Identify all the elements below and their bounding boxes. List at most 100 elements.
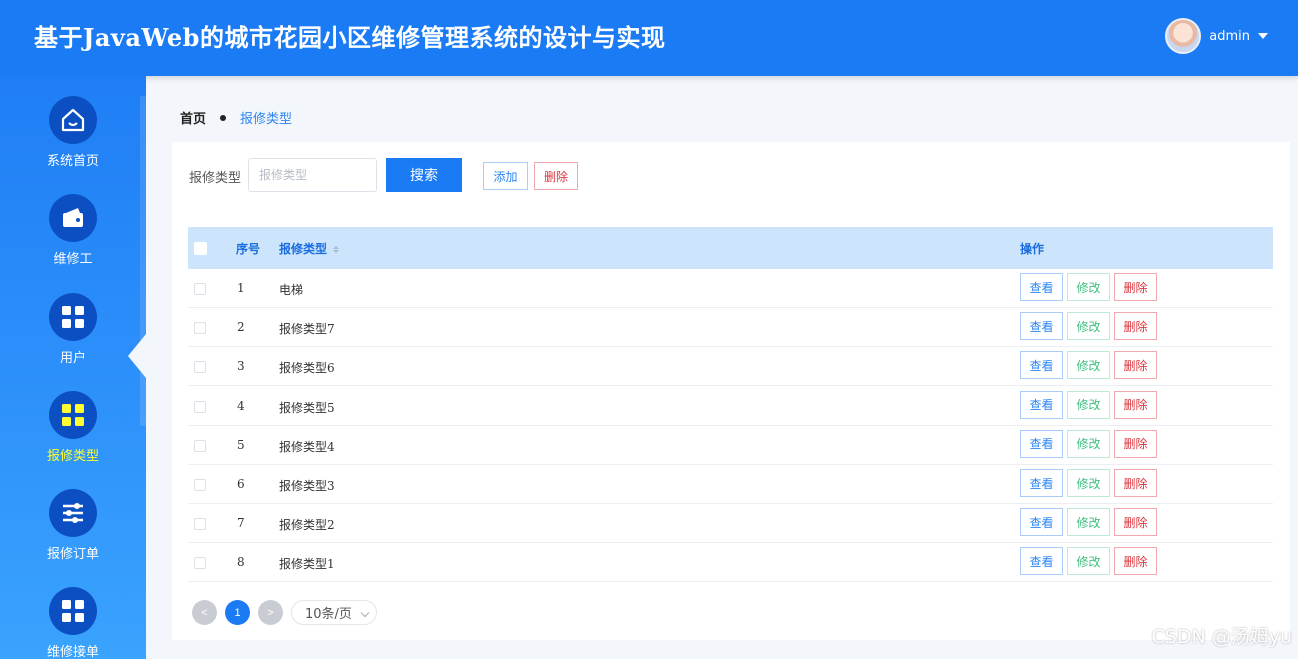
wallet-icon	[49, 194, 97, 242]
view-button[interactable]: 查看	[1020, 273, 1063, 301]
username[interactable]: admin	[1209, 29, 1250, 44]
edit-button[interactable]: 修改	[1067, 469, 1110, 497]
batch-delete-button[interactable]: 删除	[534, 162, 578, 190]
row-index: 2	[237, 320, 245, 335]
column-header-type[interactable]: 报修类型	[279, 240, 340, 257]
edit-button[interactable]: 修改	[1067, 312, 1110, 341]
app-title: 基于JavaWeb的城市花园小区维修管理系统的设计与实现	[34, 23, 666, 52]
row-type: 报修类型7	[279, 322, 335, 337]
search-label: 报修类型	[189, 171, 242, 186]
column-header-actions: 操作	[1020, 242, 1045, 256]
delete-button[interactable]: 删除	[1114, 390, 1157, 419]
table-header: 序号 报修类型 操作	[188, 227, 1273, 269]
row-checkbox[interactable]	[194, 479, 206, 491]
sort-icon[interactable]	[333, 246, 340, 253]
sidebar-item-users[interactable]: 用户	[0, 293, 146, 383]
delete-button[interactable]: 删除	[1114, 469, 1157, 497]
sidebar-item-repairman[interactable]: 维修工	[0, 194, 146, 284]
view-button[interactable]: 查看	[1020, 469, 1063, 497]
grid-icon	[49, 391, 97, 439]
content-card: 报修类型 搜索 添加 删除 序号 报修类型 操作 1电梯查看修改删除2报修类型7…	[172, 142, 1290, 640]
row-index: 6	[237, 477, 245, 491]
next-page-button[interactable]: >	[258, 600, 283, 625]
row-checkbox[interactable]	[194, 557, 206, 570]
row-type: 报修类型1	[279, 557, 335, 572]
chevron-down-icon	[360, 608, 370, 618]
table-row: 7 报修类型2 查看 修改 删除	[188, 504, 1273, 544]
sidebar-item-label: 报修类型	[46, 449, 99, 464]
table-row: 4 报修类型5 查看 修改 删除	[188, 387, 1273, 426]
view-button[interactable]: 查看	[1020, 390, 1063, 419]
caret-down-icon[interactable]	[1258, 33, 1268, 39]
edit-button[interactable]: 修改	[1067, 273, 1110, 301]
view-button[interactable]: 查看	[1020, 312, 1063, 341]
breadcrumb-home[interactable]: 首页	[180, 108, 206, 127]
table-row: 5 报修类型4 查看 修改 删除	[188, 426, 1273, 465]
table-row: 3 报修类型6 查看 修改 删除	[188, 347, 1273, 387]
edit-button[interactable]: 修改	[1067, 429, 1110, 458]
pagination: < 1 > 10条/页	[192, 600, 377, 625]
page-size-select[interactable]: 10条/页	[291, 600, 377, 625]
breadcrumb-current: 报修类型	[240, 112, 293, 127]
delete-button[interactable]: 删除	[1114, 312, 1157, 341]
grid-icon	[49, 293, 97, 341]
table-row: 6 报修类型3 查看 修改 删除	[188, 465, 1273, 504]
sidebar-item-label: 维修接单	[46, 645, 99, 659]
select-all-checkbox[interactable]	[194, 242, 207, 255]
sidebar-item-label: 报修订单	[46, 547, 99, 562]
view-button[interactable]: 查看	[1020, 547, 1063, 576]
sidebar-item-repair-type[interactable]: 报修类型	[0, 391, 146, 481]
edit-button[interactable]: 修改	[1067, 351, 1110, 380]
breadcrumb: 首页 报修类型	[180, 108, 292, 127]
row-index: 4	[237, 398, 245, 413]
active-indicator	[128, 334, 146, 378]
sidebar-item-home[interactable]: 系统首页	[0, 96, 146, 186]
view-button[interactable]: 查看	[1020, 429, 1063, 458]
delete-button[interactable]: 删除	[1114, 429, 1157, 458]
home-icon	[49, 96, 97, 144]
row-checkbox[interactable]	[194, 400, 206, 413]
page-number-button[interactable]: 1	[225, 600, 250, 625]
edit-button[interactable]: 修改	[1067, 547, 1110, 576]
delete-button[interactable]: 删除	[1114, 547, 1157, 576]
sidebar-item-label: 系统首页	[46, 154, 99, 169]
row-type: 报修类型3	[279, 479, 335, 493]
view-button[interactable]: 查看	[1020, 351, 1063, 380]
row-index: 5	[237, 437, 245, 452]
grid-icon	[49, 587, 97, 635]
row-checkbox[interactable]	[194, 322, 206, 335]
sliders-icon	[49, 489, 97, 537]
user-menu[interactable]: admin	[1165, 18, 1268, 54]
sidebar-item-repair-orders[interactable]: 报修订单	[0, 489, 146, 579]
row-type: 电梯	[279, 283, 304, 297]
search-button[interactable]: 搜索	[386, 158, 462, 192]
table-row: 1 电梯 查看 修改 删除	[188, 269, 1273, 308]
row-index: 3	[237, 359, 245, 374]
table-row: 8 报修类型1 查看 修改 删除	[188, 543, 1273, 583]
row-type: 报修类型4	[279, 439, 335, 454]
row-index: 1	[237, 281, 245, 295]
sidebar-item-accept-orders[interactable]: 维修接单	[0, 587, 146, 659]
row-type: 报修类型2	[279, 518, 335, 533]
watermark: CSDN @汤姆yu	[1151, 626, 1293, 648]
delete-button[interactable]: 删除	[1114, 508, 1157, 537]
avatar[interactable]	[1165, 18, 1202, 54]
row-type: 报修类型5	[279, 400, 335, 415]
delete-button[interactable]: 删除	[1114, 273, 1157, 301]
top-header: 基于JavaWeb的城市花园小区维修管理系统的设计与实现 admin	[0, 0, 1298, 76]
sidebar-item-label: 维修工	[53, 252, 93, 267]
table-row: 2 报修类型7 查看 修改 删除	[188, 308, 1273, 348]
view-button[interactable]: 查看	[1020, 508, 1063, 537]
row-checkbox[interactable]	[194, 283, 206, 295]
prev-page-button[interactable]: <	[192, 600, 217, 625]
delete-button[interactable]: 删除	[1114, 351, 1157, 380]
edit-button[interactable]: 修改	[1067, 390, 1110, 419]
search-input[interactable]	[248, 158, 377, 192]
row-checkbox[interactable]	[194, 361, 206, 374]
edit-button[interactable]: 修改	[1067, 508, 1110, 537]
row-checkbox[interactable]	[194, 518, 206, 531]
row-checkbox[interactable]	[194, 439, 206, 452]
row-index: 7	[237, 516, 245, 531]
page-size-value: 10条/页	[305, 607, 352, 622]
add-button[interactable]: 添加	[483, 162, 528, 190]
